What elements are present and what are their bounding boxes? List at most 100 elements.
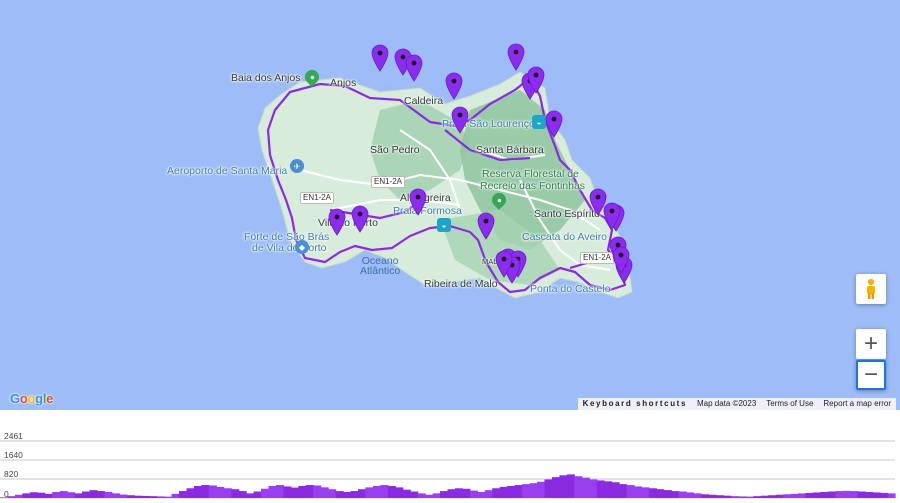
- route-marker-pin-icon[interactable]: [445, 72, 463, 100]
- elevation-chart[interactable]: [0, 410, 900, 503]
- route-marker-pin-icon[interactable]: [477, 212, 495, 240]
- elevation-label: 2461: [4, 431, 23, 441]
- elevation-label: 0: [4, 489, 9, 499]
- elevation-bar: [566, 474, 575, 498]
- elevation-bar: [156, 496, 165, 498]
- elevation-bar: [395, 487, 404, 498]
- report-error-link[interactable]: Report a map error: [818, 398, 896, 410]
- street-view-pegman[interactable]: [856, 274, 886, 304]
- elevation-bar: [678, 491, 687, 498]
- logo-letter: g: [35, 391, 43, 406]
- route-marker-pin-icon[interactable]: [612, 246, 630, 274]
- elevation-bar: [96, 491, 106, 498]
- place-reserva-line2: Recreio das Fontinhas: [480, 180, 586, 192]
- route-marker-pin-icon[interactable]: [603, 202, 621, 230]
- place-praia-formosa: Praia Formosa: [393, 205, 462, 217]
- elevation-bar: [164, 496, 173, 498]
- elevation-bar: [193, 485, 202, 498]
- elevation-bar: [857, 491, 866, 498]
- elevation-bar: [798, 493, 807, 498]
- road-shield: EN1-2A: [300, 192, 335, 204]
- elevation-bar: [708, 494, 717, 498]
- ocean-label: Oceano Atlântico: [360, 256, 401, 277]
- elevation-bar: [216, 486, 225, 498]
- route-marker-pin-icon[interactable]: [451, 106, 469, 134]
- elevation-bar: [149, 496, 158, 498]
- elevation-bar: [365, 487, 374, 498]
- elevation-bar: [738, 496, 747, 498]
- map-view[interactable]: Baia dos Anjos Anjos Caldeira Praia São …: [0, 0, 900, 410]
- elevation-bar: [22, 493, 31, 498]
- elevation-profile[interactable]: 2461 1640 820 0: [0, 410, 900, 503]
- elevation-bar: [596, 480, 605, 498]
- place-ponta-do-castelo: Ponta do Castelo: [530, 283, 611, 295]
- elevation-bar: [343, 491, 352, 498]
- elevation-bar: [208, 485, 217, 498]
- elevation-bar: [275, 485, 285, 498]
- elevation-bar: [760, 495, 769, 498]
- terms-link[interactable]: Terms of Use: [761, 398, 819, 410]
- route-marker-pin-icon[interactable]: [495, 250, 513, 278]
- elevation-bar: [887, 493, 896, 498]
- elevation-bar: [619, 484, 628, 498]
- elevation-bar: [52, 491, 61, 498]
- place-baia-dos-anjos: Baia dos Anjos: [231, 72, 301, 84]
- route-marker-pin-icon[interactable]: [527, 66, 545, 94]
- elevation-bar: [783, 494, 792, 498]
- beach-icon[interactable]: ◒: [532, 115, 546, 129]
- elevation-label: 820: [4, 469, 19, 479]
- elevation-bar: [313, 485, 322, 498]
- keyboard-shortcuts-link[interactable]: Keyboard shortcuts: [577, 398, 692, 410]
- route-marker-pin-icon[interactable]: [545, 110, 563, 138]
- elevation-bar: [850, 491, 859, 498]
- elevation-bar: [768, 495, 777, 498]
- google-logo[interactable]: Google: [10, 391, 53, 406]
- elevation-bar: [59, 491, 68, 498]
- route-marker-pin-icon[interactable]: [507, 43, 525, 71]
- elevation-bar: [104, 491, 113, 498]
- elevation-bar: [730, 496, 739, 498]
- elevation-bar: [507, 485, 516, 498]
- beach-icon[interactable]: ◒: [437, 218, 451, 232]
- elevation-bar: [290, 487, 299, 498]
- elevation-bar: [656, 489, 665, 498]
- place-santa-barbara: Santa Bárbara: [476, 144, 544, 156]
- landmark-icon[interactable]: ◆: [295, 240, 309, 254]
- logo-letter: o: [27, 391, 36, 406]
- elevation-bar: [701, 494, 710, 498]
- place-cascata: Cascata do Aveiro: [522, 231, 608, 243]
- elevation-bar: [469, 490, 478, 498]
- elevation-bar: [514, 485, 523, 498]
- elevation-bar: [111, 493, 120, 498]
- airport-icon[interactable]: ✈: [290, 159, 304, 173]
- route-marker-pin-icon[interactable]: [328, 208, 346, 236]
- route-marker-pin-icon[interactable]: [351, 205, 369, 233]
- elevation-bar: [484, 490, 493, 498]
- place-caldeira: Caldeira: [404, 95, 444, 107]
- elevation-bar: [589, 479, 598, 498]
- elevation-bar: [574, 476, 583, 498]
- elevation-bar: [626, 485, 635, 498]
- elevation-label: 1640: [4, 450, 23, 460]
- route-marker-pin-icon[interactable]: [409, 188, 427, 216]
- elevation-bar: [29, 492, 38, 498]
- elevation-bar: [633, 486, 643, 498]
- elevation-bar: [880, 492, 889, 498]
- elevation-bar: [268, 485, 277, 498]
- elevation-bar: [14, 494, 23, 498]
- zoom-out-button[interactable]: −: [856, 360, 886, 390]
- elevation-bar: [350, 491, 359, 498]
- elevation-bar: [320, 487, 329, 498]
- ocean-label-line2: Atlântico: [360, 265, 401, 277]
- elevation-bar: [559, 475, 568, 498]
- elevation-bar: [141, 495, 150, 498]
- elevation-bar: [432, 493, 441, 498]
- pegman-icon: [867, 278, 875, 299]
- route-marker-pin-icon[interactable]: [405, 54, 423, 82]
- road-shield: EN1-2A: [371, 176, 406, 188]
- elevation-bar: [663, 490, 672, 498]
- zoom-in-button[interactable]: +: [856, 329, 886, 359]
- elevation-bar: [745, 496, 754, 498]
- route-marker-pin-icon[interactable]: [371, 44, 389, 72]
- elevation-bar: [805, 492, 814, 498]
